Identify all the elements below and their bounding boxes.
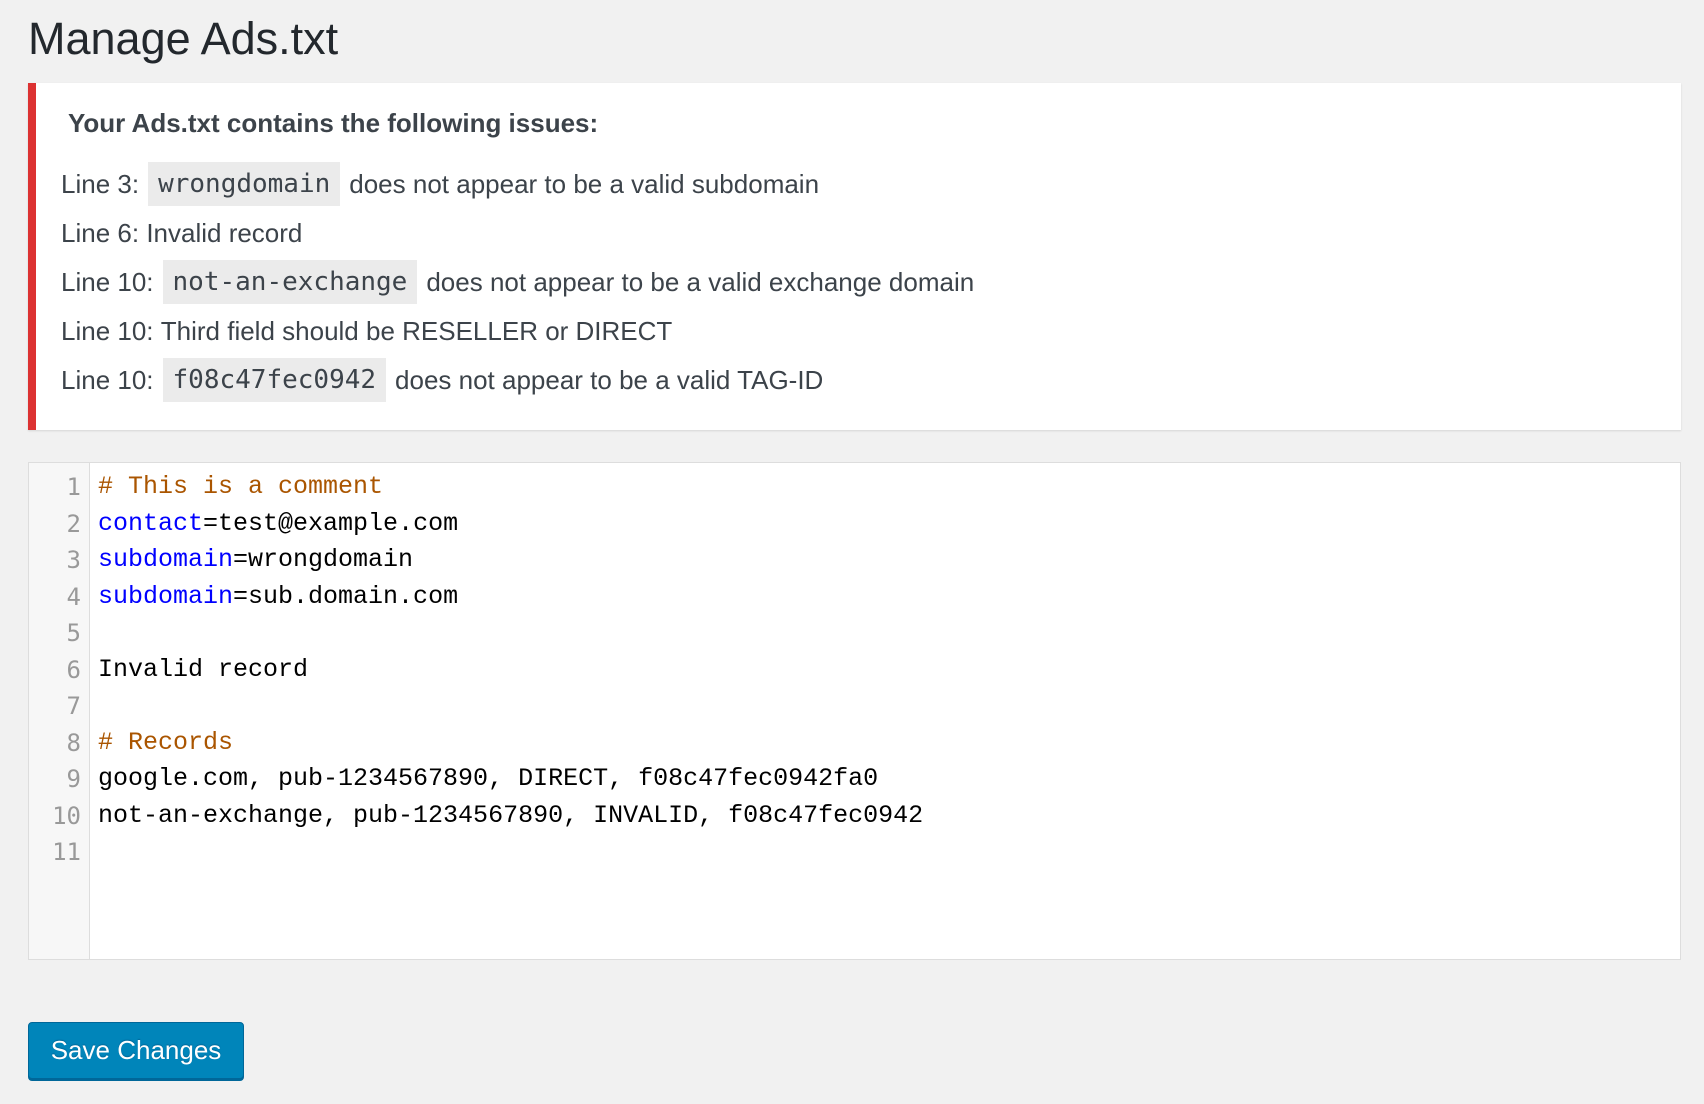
line-number: 11	[52, 838, 81, 866]
line-number: 1	[66, 473, 81, 501]
code-line[interactable]	[98, 688, 1680, 725]
line-number: 10	[52, 801, 81, 830]
issue-item: Line 3: wrongdomain does not appear to be …	[61, 159, 1651, 208]
line-number: 8	[66, 728, 81, 757]
code-line[interactable]	[98, 834, 1680, 871]
code-comment: # This is a comment	[98, 472, 384, 501]
ads-txt-settings-page: Manage Ads.txt Your Ads.txt contains the…	[0, 0, 1704, 1104]
issue-code-snippet: not-an-exchange	[162, 259, 418, 304]
line-number: 6	[66, 655, 81, 684]
code-key: contact	[98, 508, 204, 538]
issue-message: does not appear to be a valid subdomain	[349, 168, 820, 199]
issue-message: Third field should be RESELLER or DIRECT	[160, 315, 673, 346]
line-number: 5	[66, 619, 81, 647]
line-number: 3	[66, 546, 81, 574]
issue-line-label: Line 6:	[61, 217, 140, 248]
issue-item: Line 10: not-an-exchange does not appear t…	[61, 257, 1651, 306]
issue-line-label: Line 10:	[61, 315, 154, 346]
save-changes-button[interactable]: Save Changes	[28, 1022, 244, 1079]
ads-txt-code-editor[interactable]: 1 2 3 4 5 6 7 8 9 10 11 # This is a comment contact…	[28, 462, 1681, 960]
page-title: Manage Ads.txt	[28, 13, 339, 64]
code-line[interactable]: # This is a comment	[98, 469, 1680, 506]
code-key: subdomain	[98, 545, 234, 574]
issue-item: Line 10: Third field should be RESELLER …	[61, 306, 1651, 355]
issue-line-label: Line 10:	[61, 364, 154, 395]
issue-list: Line 3: wrongdomain does not appear to be …	[61, 159, 1651, 404]
code-line[interactable]: google.com, pub-1234567890, DIRECT, f08c…	[98, 761, 1680, 798]
code-text: Invalid record	[98, 654, 309, 684]
issue-message: Invalid record	[146, 217, 303, 248]
issue-message: does not appear to be a valid exchange d…	[426, 266, 975, 297]
issue-item: Line 10: f08c47fec0942 does not appear to …	[61, 355, 1651, 404]
issue-line-label: Line 3:	[61, 168, 140, 199]
code-line[interactable]: subdomain=wrongdomain	[98, 542, 1680, 579]
issue-line-label: Line 10:	[61, 266, 154, 297]
code-line[interactable]: subdomain=sub.domain.com	[98, 579, 1680, 616]
line-number: 2	[66, 509, 81, 538]
code-line[interactable]: # Records	[98, 725, 1680, 762]
code-text: =wrongdomain	[233, 545, 414, 574]
code-area[interactable]: # This is a comment contact=test@example.…	[90, 463, 1680, 959]
line-number: 4	[66, 582, 81, 611]
issue-code-snippet: wrongdomain	[148, 161, 341, 206]
code-text: =sub.domain.com	[233, 581, 459, 611]
code-text: =test@example.com	[203, 508, 459, 538]
code-line[interactable]: contact=test@example.com	[98, 506, 1680, 543]
code-comment: # Records	[98, 727, 234, 757]
error-notice: Your Ads.txt contains the following issu…	[28, 83, 1681, 430]
issue-code-snippet: f08c47fec0942	[162, 357, 387, 402]
line-number: 7	[66, 692, 81, 720]
code-text: google.com, pub-1234567890, DIRECT, f08c…	[98, 764, 879, 793]
issue-message: does not appear to be a valid TAG-ID	[395, 364, 824, 395]
code-line[interactable]	[98, 615, 1680, 652]
line-number: 9	[66, 765, 81, 793]
code-text: not-an-exchange, pub-1234567890, INVALID…	[98, 800, 924, 830]
line-number-gutter: 1 2 3 4 5 6 7 8 9 10 11	[29, 463, 90, 959]
code-line[interactable]: Invalid record	[98, 652, 1680, 689]
notice-heading: Your Ads.txt contains the following issu…	[68, 108, 599, 138]
code-line[interactable]: not-an-exchange, pub-1234567890, INVALID…	[98, 798, 1680, 835]
issue-item: Line 6: Invalid record	[61, 208, 1651, 257]
code-key: subdomain	[98, 581, 234, 611]
